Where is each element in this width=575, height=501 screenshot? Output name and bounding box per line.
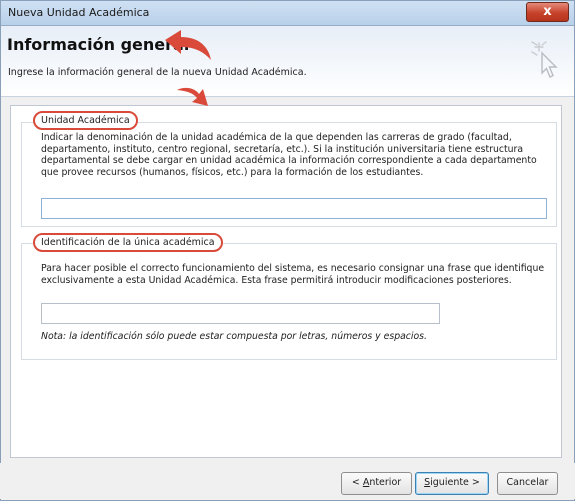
identificacion-description: Para hacer posible el correcto funcionam…	[41, 263, 545, 286]
identificacion-input[interactable]	[41, 303, 440, 324]
close-icon: x	[543, 4, 552, 19]
title-bar[interactable]: Nueva Unidad Académica x	[1, 1, 574, 26]
close-button[interactable]: x	[526, 2, 569, 22]
identificacion-note: Nota: la identificación sólo puede estar…	[41, 331, 427, 342]
identificacion-group	[21, 243, 557, 360]
unidad-academica-input[interactable]	[41, 198, 547, 219]
page-subtitle: Ingrese la información general de la nue…	[8, 67, 307, 78]
identificacion-label: Identificación de la única académica	[33, 233, 223, 252]
unidad-academica-description: Indicar la denominación de la unidad aca…	[41, 132, 537, 178]
previous-button-label: nterior	[369, 477, 402, 488]
unidad-academica-label: Unidad Académica	[33, 111, 138, 130]
wizard-header: Información general Ingrese la informaci…	[1, 26, 574, 97]
previous-button[interactable]: < Anterior	[341, 472, 412, 495]
next-button[interactable]: Siguiente >	[415, 472, 489, 495]
next-button-label: iguiente >	[430, 477, 480, 488]
wizard-wand-icon	[531, 41, 558, 78]
previous-button-prefix: <	[351, 477, 363, 488]
annotation-arrow-icon	[177, 87, 208, 106]
window-title: Nueva Unidad Académica	[8, 6, 150, 19]
cancel-button[interactable]: Cancelar	[497, 472, 558, 495]
annotation-arrow-icon	[165, 30, 211, 60]
